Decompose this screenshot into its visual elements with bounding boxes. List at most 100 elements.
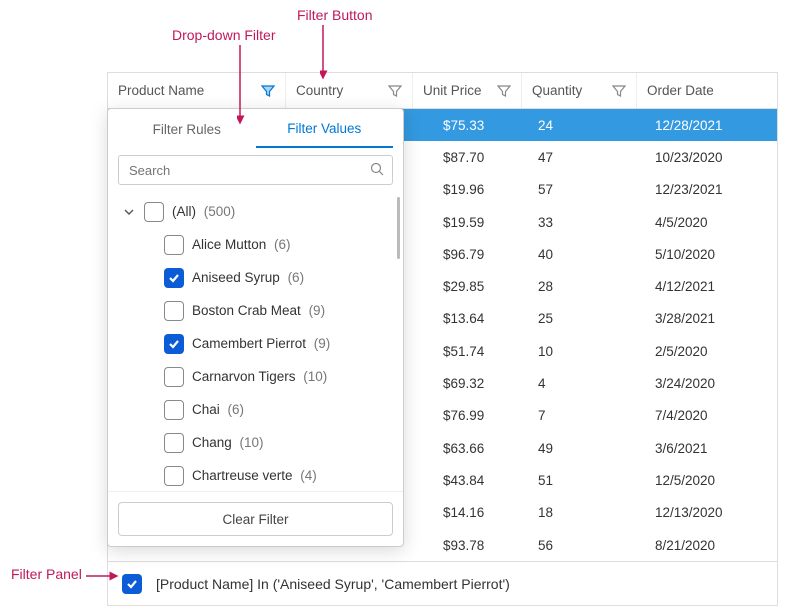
cell-qty: 56 [522, 538, 637, 553]
filter-dropdown-popup: Filter Rules Filter Values (All) (500) A… [107, 108, 404, 547]
tree-label: Camembert Pierrot (9) [192, 336, 330, 351]
header-price-label: Unit Price [423, 83, 497, 98]
annotation-arrow-panel [86, 569, 121, 583]
checkbox[interactable] [164, 268, 184, 288]
checkbox[interactable] [164, 301, 184, 321]
cell-price: $76.99 [413, 408, 522, 423]
header-country-label: Country [296, 83, 388, 98]
cell-date: 12/13/2020 [637, 505, 777, 520]
tree-label: Chai (6) [192, 402, 244, 417]
cell-date: 5/10/2020 [637, 247, 777, 262]
cell-price: $87.70 [413, 150, 522, 165]
header-price[interactable]: Unit Price [413, 73, 522, 108]
cell-qty: 33 [522, 215, 637, 230]
cell-price: $51.74 [413, 344, 522, 359]
checkbox[interactable] [164, 235, 184, 255]
tree-row[interactable]: Chai (6) [116, 393, 401, 426]
cell-date: 3/24/2020 [637, 376, 777, 391]
annotation-arrow-filter-button [320, 25, 340, 80]
cell-date: 2/5/2020 [637, 344, 777, 359]
cell-price: $29.85 [413, 279, 522, 294]
header-product[interactable]: Product Name [108, 73, 286, 108]
cell-date: 3/6/2021 [637, 441, 777, 456]
tree-row[interactable]: Carnarvon Tigers (10) [116, 360, 401, 393]
cell-price: $19.59 [413, 215, 522, 230]
cell-price: $75.33 [413, 118, 522, 133]
header-date[interactable]: Order Date [637, 73, 777, 108]
tree-label: Alice Mutton (6) [192, 237, 291, 252]
cell-date: 12/28/2021 [637, 118, 777, 133]
cell-price: $19.96 [413, 182, 522, 197]
tree-label: Chartreuse verte (4) [192, 468, 317, 483]
cell-qty: 24 [522, 118, 637, 133]
tree-label: Aniseed Syrup (6) [192, 270, 304, 285]
cell-price: $13.64 [413, 311, 522, 326]
checkbox[interactable] [164, 367, 184, 387]
header-country[interactable]: Country [286, 73, 413, 108]
cell-date: 3/28/2021 [637, 311, 777, 326]
cell-price: $43.84 [413, 473, 522, 488]
checkbox[interactable] [164, 334, 184, 354]
cell-qty: 47 [522, 150, 637, 165]
cell-qty: 40 [522, 247, 637, 262]
annotation-filter-button: Filter Button [297, 7, 372, 23]
filter-values-tree: (All) (500) Alice Mutton (6) Aniseed Syru… [108, 191, 403, 491]
tree-label: Carnarvon Tigers (10) [192, 369, 327, 384]
grid-header-row: Product Name Country Unit Price Quantity… [108, 73, 777, 109]
tree-row[interactable]: Boston Crab Meat (9) [116, 294, 401, 327]
tab-filter-values[interactable]: Filter Values [256, 111, 394, 148]
filter-icon[interactable] [612, 84, 626, 98]
tab-filter-rules[interactable]: Filter Rules [118, 112, 256, 147]
checkbox[interactable] [164, 466, 184, 486]
header-qty-label: Quantity [532, 83, 612, 98]
filter-panel-checkbox[interactable] [122, 574, 142, 594]
cell-qty: 7 [522, 408, 637, 423]
cell-qty: 4 [522, 376, 637, 391]
cell-date: 8/21/2020 [637, 538, 777, 553]
tree-row[interactable]: Camembert Pierrot (9) [116, 327, 401, 360]
tree-row[interactable]: Alice Mutton (6) [116, 228, 401, 261]
cell-qty: 25 [522, 311, 637, 326]
cell-date: 12/23/2021 [637, 182, 777, 197]
tree-row[interactable]: Aniseed Syrup (6) [116, 261, 401, 294]
filter-icon[interactable] [388, 84, 402, 98]
filter-icon[interactable] [497, 84, 511, 98]
filter-icon[interactable] [261, 84, 275, 98]
cell-qty: 57 [522, 182, 637, 197]
chevron-down-icon[interactable] [122, 205, 136, 219]
cell-qty: 18 [522, 505, 637, 520]
cell-qty: 51 [522, 473, 637, 488]
cell-date: 12/5/2020 [637, 473, 777, 488]
tree-label: Boston Crab Meat (9) [192, 303, 325, 318]
checkbox[interactable] [144, 202, 164, 222]
annotation-dropdown-filter: Drop-down Filter [172, 27, 275, 43]
header-date-label: Order Date [647, 83, 767, 98]
checkbox[interactable] [164, 433, 184, 453]
annotation-filter-panel: Filter Panel [11, 566, 82, 582]
filter-panel: [Product Name] In ('Aniseed Syrup', 'Cam… [108, 561, 777, 605]
search-box [118, 155, 393, 185]
clear-filter-button[interactable]: Clear Filter [118, 502, 393, 536]
cell-price: $96.79 [413, 247, 522, 262]
search-input[interactable] [118, 155, 393, 185]
cell-price: $93.78 [413, 538, 522, 553]
tree-row[interactable]: Chang (10) [116, 426, 401, 459]
cell-date: 4/5/2020 [637, 215, 777, 230]
annotation-arrow-dropdown [237, 45, 257, 125]
cell-qty: 10 [522, 344, 637, 359]
header-qty[interactable]: Quantity [522, 73, 637, 108]
cell-date: 4/12/2021 [637, 279, 777, 294]
cell-price: $69.32 [413, 376, 522, 391]
cell-price: $14.16 [413, 505, 522, 520]
cell-qty: 49 [522, 441, 637, 456]
tree-label: Chang (10) [192, 435, 264, 450]
cell-qty: 28 [522, 279, 637, 294]
checkbox[interactable] [164, 400, 184, 420]
filter-expression: [Product Name] In ('Aniseed Syrup', 'Cam… [156, 576, 510, 592]
tree-row-all[interactable]: (All) (500) [116, 195, 401, 228]
search-icon [370, 162, 385, 177]
scrollbar[interactable] [397, 197, 400, 259]
cell-date: 10/23/2020 [637, 150, 777, 165]
cell-price: $63.66 [413, 441, 522, 456]
tree-row[interactable]: Chartreuse verte (4) [116, 459, 401, 491]
